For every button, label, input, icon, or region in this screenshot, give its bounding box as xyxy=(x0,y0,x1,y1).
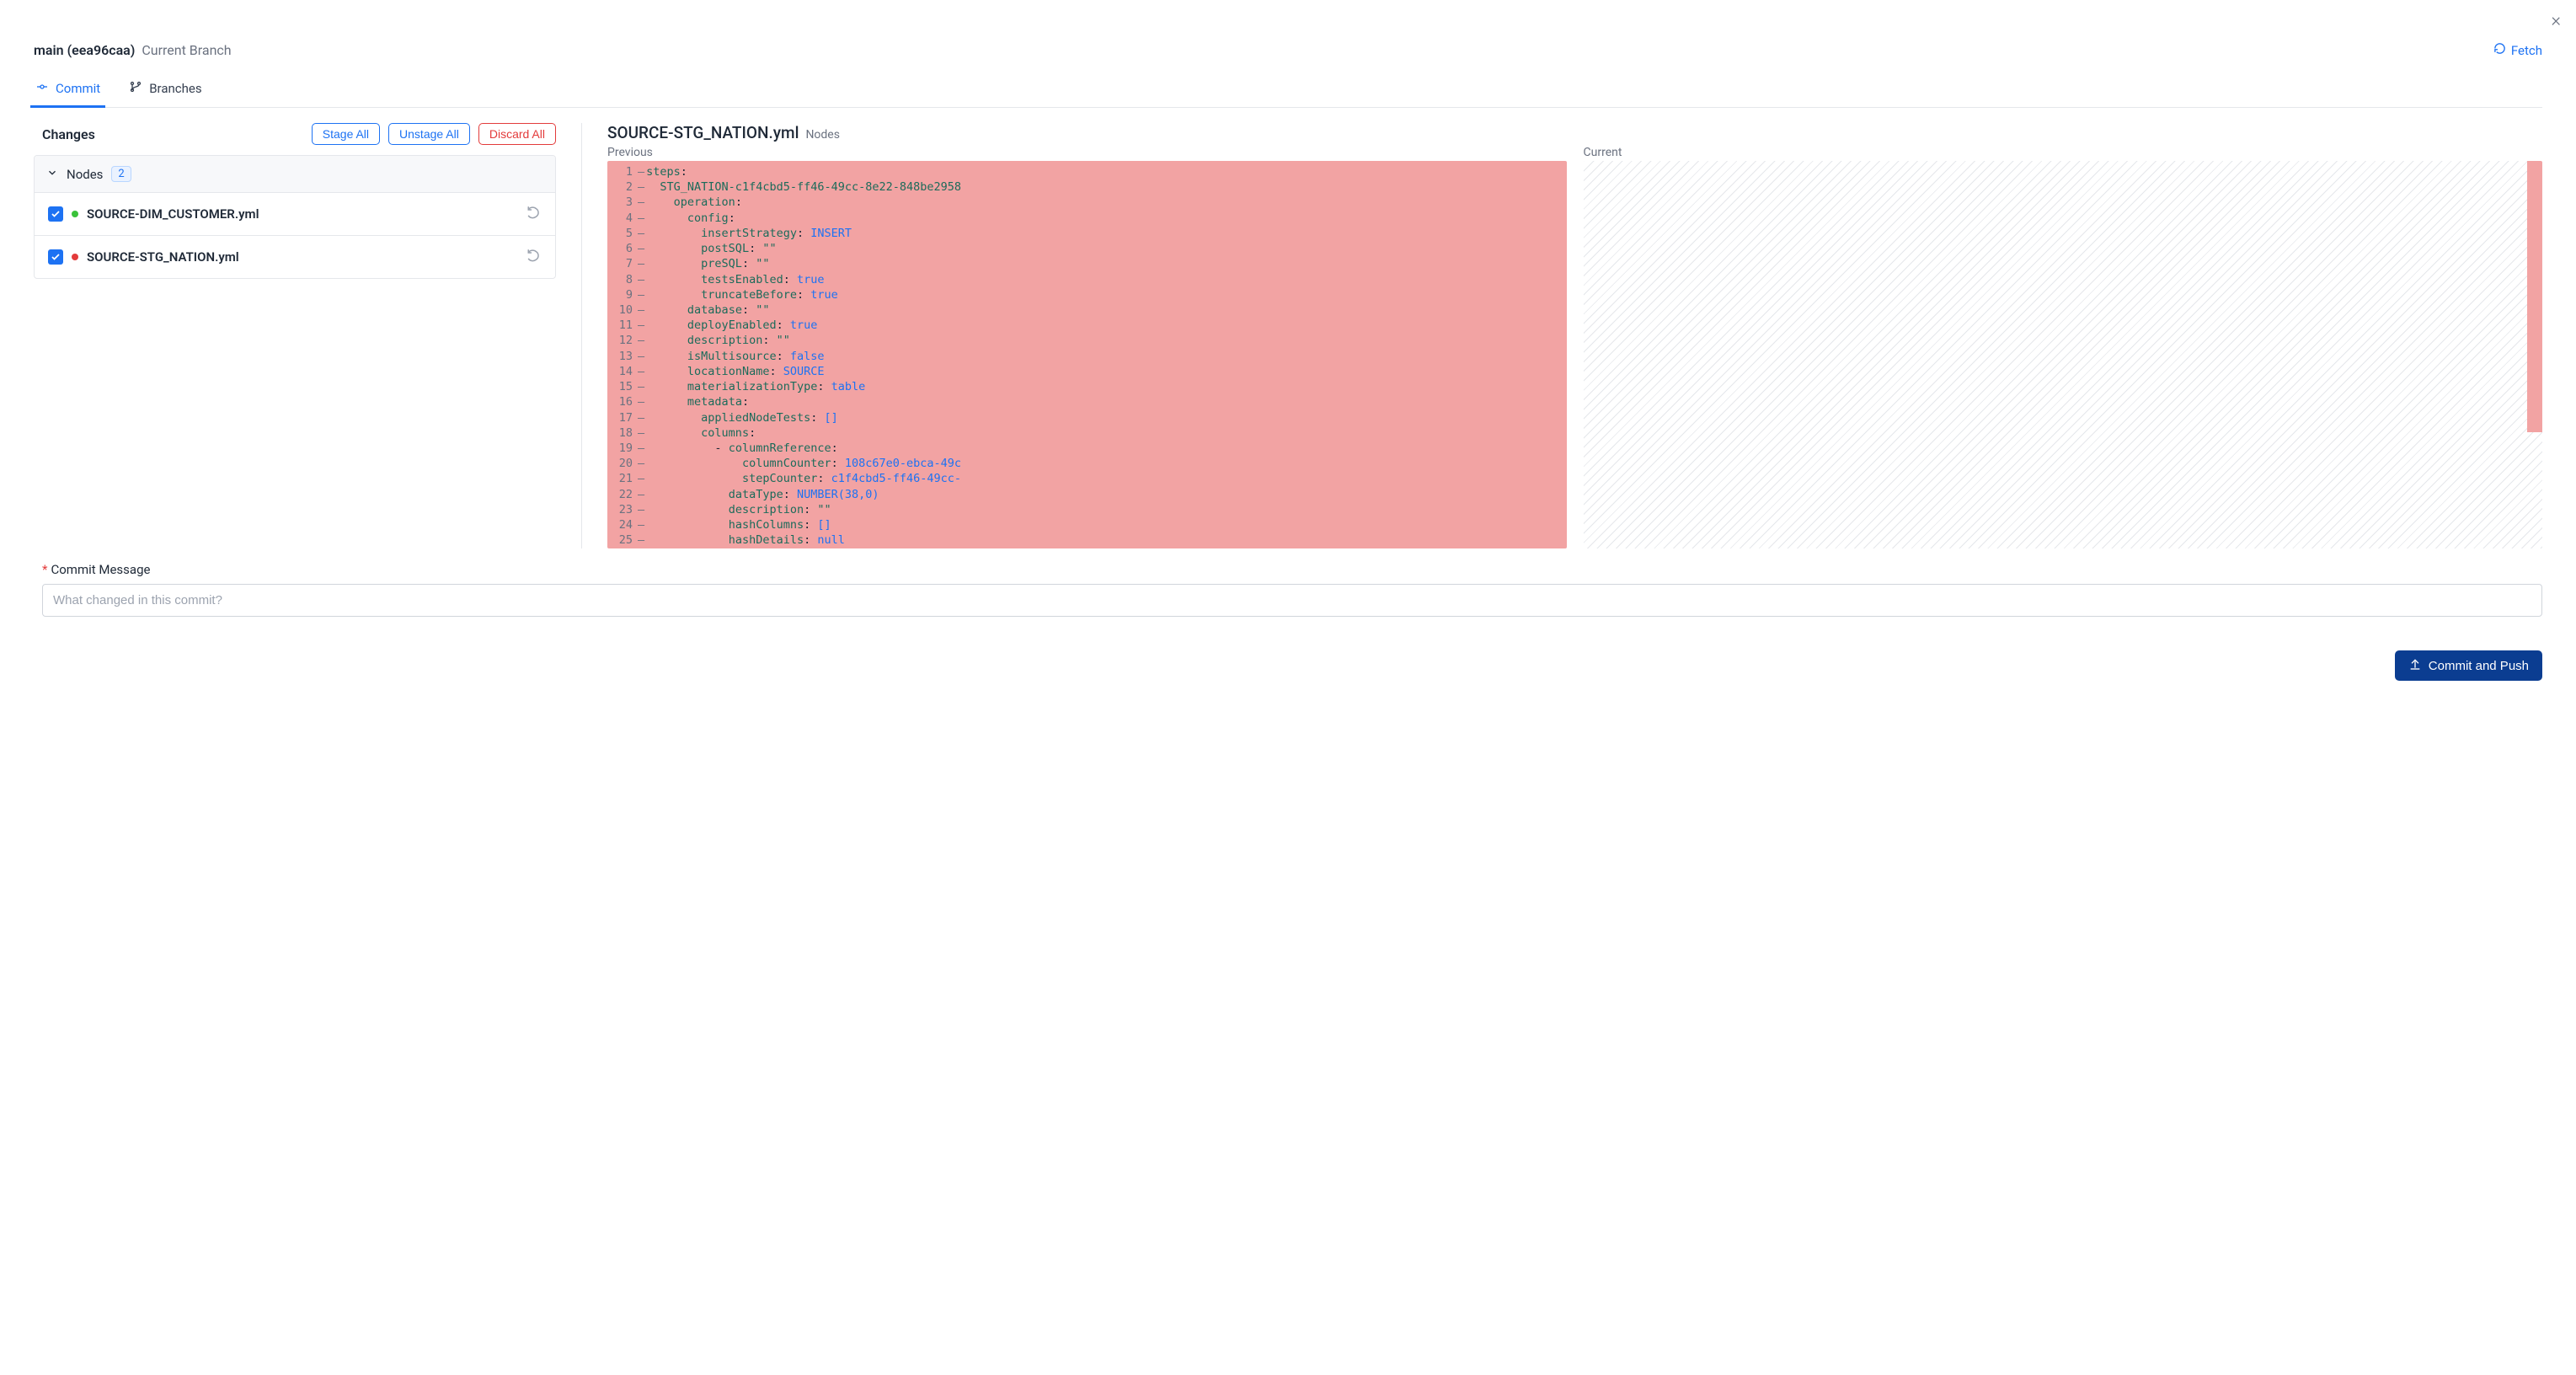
code-line: 21— stepCounter: c1f4cbd5-ff46-49cc- xyxy=(607,471,1567,486)
code-line: 24— hashColumns: [] xyxy=(607,517,1567,532)
code-line: 6— postSQL: "" xyxy=(607,241,1567,256)
tab-branches[interactable]: Branches xyxy=(127,75,203,107)
code-line: 12— description: "" xyxy=(607,333,1567,348)
code-line: 4— config: xyxy=(607,211,1567,226)
code-line: 19— - columnReference: xyxy=(607,441,1567,456)
branch-icon xyxy=(129,80,142,97)
empty-hatch xyxy=(1584,161,2543,548)
revert-icon[interactable] xyxy=(526,205,542,223)
code-line: 11— deployEnabled: true xyxy=(607,318,1567,333)
stage-all-button[interactable]: Stage All xyxy=(312,123,380,145)
commit-and-push-label: Commit and Push xyxy=(2429,659,2529,673)
diff-file-sub: Nodes xyxy=(805,128,840,142)
diff-previous-label: Previous xyxy=(607,146,1567,159)
required-star: * xyxy=(42,562,47,577)
diff-file-title: SOURCE-STG_NATION.yml xyxy=(607,123,799,142)
changes-group-count: 2 xyxy=(111,166,131,182)
branch-name: main (eea96caa) xyxy=(34,42,135,58)
tab-commit-label: Commit xyxy=(56,81,100,96)
revert-icon[interactable] xyxy=(526,248,542,266)
changes-list: Nodes 2 SOURCE-DIM_CUSTOMER.yml xyxy=(34,155,556,279)
code-line: 2— STG_NATION-c1f4cbd5-ff46-49cc-8e22-84… xyxy=(607,179,1567,195)
tab-branches-label: Branches xyxy=(149,81,201,96)
changes-title: Changes xyxy=(34,126,95,142)
branch-sub: Current Branch xyxy=(142,42,231,58)
tabs: Commit Branches xyxy=(34,75,2542,108)
code-line: 1—steps: xyxy=(607,164,1567,179)
code-line: 7— preSQL: "" xyxy=(607,256,1567,271)
code-line: 18— columns: xyxy=(607,425,1567,441)
code-line: 15— materializationType: table xyxy=(607,379,1567,394)
commit-and-push-button[interactable]: Commit and Push xyxy=(2395,650,2542,681)
file-checkbox[interactable] xyxy=(48,206,63,222)
changes-group-name: Nodes xyxy=(67,167,103,182)
branch-info: main (eea96caa) Current Branch xyxy=(34,42,232,58)
file-name: SOURCE-DIM_CUSTOMER.yml xyxy=(87,206,259,222)
diff-minimap-bar xyxy=(2527,161,2542,432)
status-dot-added-icon xyxy=(72,211,78,217)
code-line: 16— metadata: xyxy=(607,394,1567,409)
code-line: 17— appliedNodeTests: [] xyxy=(607,410,1567,425)
status-dot-deleted-icon xyxy=(72,254,78,260)
code-line: 13— isMultisource: false xyxy=(607,349,1567,364)
vertical-divider xyxy=(581,123,582,548)
diff-current-pane xyxy=(1584,161,2543,548)
code-line: 22— dataType: NUMBER(38,0) xyxy=(607,487,1567,502)
diff-current-label: Current xyxy=(1584,146,2543,159)
fetch-label: Fetch xyxy=(2511,43,2542,58)
code-line: 9— truncateBefore: true xyxy=(607,287,1567,302)
file-row[interactable]: SOURCE-STG_NATION.yml xyxy=(35,236,555,278)
code-line: 23— description: "" xyxy=(607,502,1567,517)
commit-message-input[interactable] xyxy=(42,584,2542,617)
refresh-icon xyxy=(2493,42,2506,58)
code-line: 5— insertStrategy: INSERT xyxy=(607,226,1567,241)
unstage-all-button[interactable]: Unstage All xyxy=(388,123,470,145)
fetch-button[interactable]: Fetch xyxy=(2493,42,2542,58)
code-line: 3— operation: xyxy=(607,195,1567,210)
close-icon[interactable]: × xyxy=(2551,10,2561,31)
tab-commit[interactable]: Commit xyxy=(34,75,102,107)
code-line: 20— columnCounter: 108c67e0-ebca-49c xyxy=(607,456,1567,471)
file-row[interactable]: SOURCE-DIM_CUSTOMER.yml xyxy=(35,193,555,236)
upload-icon xyxy=(2408,657,2422,674)
code-line: 8— testsEnabled: true xyxy=(607,272,1567,287)
changes-group-header[interactable]: Nodes 2 xyxy=(35,156,555,193)
chevron-down-icon xyxy=(46,167,58,182)
code-line: 10— database: "" xyxy=(607,302,1567,318)
code-line: 25— hashDetails: null xyxy=(607,532,1567,548)
discard-all-button[interactable]: Discard All xyxy=(478,123,556,145)
commit-icon xyxy=(35,80,49,97)
commit-message-label: *Commit Message xyxy=(42,562,2542,577)
file-name: SOURCE-STG_NATION.yml xyxy=(87,249,239,265)
file-checkbox[interactable] xyxy=(48,249,63,265)
code-line: 14— locationName: SOURCE xyxy=(607,364,1567,379)
diff-previous-pane: 1—steps:2— STG_NATION-c1f4cbd5-ff46-49cc… xyxy=(607,161,1567,548)
